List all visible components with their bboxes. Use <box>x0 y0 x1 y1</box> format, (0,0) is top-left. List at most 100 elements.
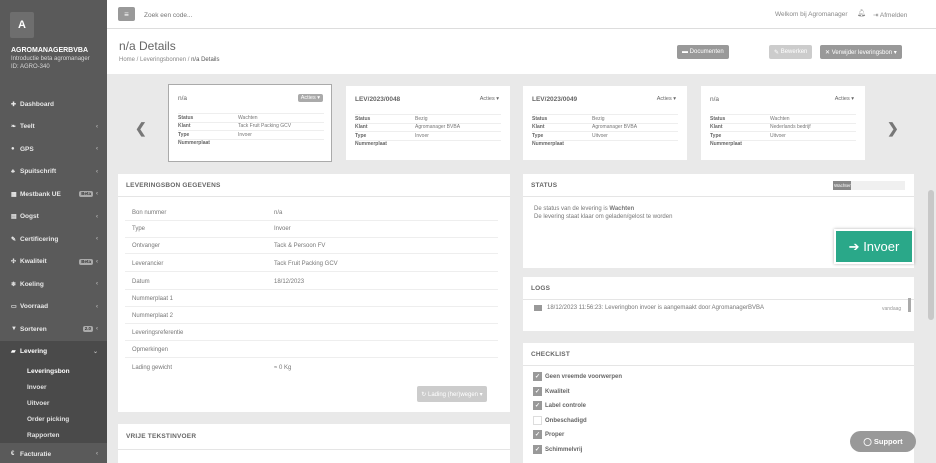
breadcrumb-leveringsbonnen[interactable]: Leveringsbonnen <box>140 57 186 63</box>
card-title: n/a <box>710 96 720 103</box>
sidebar-nav: ✚ Dashboard ❧ Teelt ‹ ● GPS ‹ ♣ Spuitschrift ‹ … <box>0 93 107 463</box>
acties-dropdown[interactable]: Acties ▾ <box>477 95 502 103</box>
hamburger-icon: ≡ <box>124 9 129 19</box>
checkbox-checked[interactable]: ✓ <box>533 372 542 381</box>
documenten-button[interactable]: ▬ Documenten <box>677 45 729 59</box>
card-key: Nummerplaat <box>178 140 210 147</box>
chevron-left-icon: ‹ <box>96 146 98 153</box>
lading-herwegen-button[interactable]: ↻ Lading (her)wegen ▾ <box>417 386 487 402</box>
support-label: Support <box>873 437 903 446</box>
sidebar-item-koeling[interactable]: ❄ Koeling ‹ <box>0 273 107 296</box>
sidebar-subitem-leveringsbon[interactable]: Leveringsbon <box>0 363 107 379</box>
page-scrollbar[interactable] <box>928 190 934 320</box>
verwijder-leveringsbon-button[interactable]: ✕ Verwijder leveringsbon ▾ <box>820 45 902 59</box>
card-value: Tack Fruit Packing GCV <box>238 123 292 130</box>
panel-title: STATUS <box>531 182 558 189</box>
sidebar: A AGROMANAGERBVBA Introductie beta agrom… <box>0 0 107 463</box>
sidebar-item-certificering[interactable]: ✎ Certificering ‹ <box>0 228 107 251</box>
checkbox-unchecked[interactable] <box>533 416 542 425</box>
menu-toggle-button[interactable]: ≡ <box>118 7 135 21</box>
sidebar-item-dashboard[interactable]: ✚ Dashboard <box>0 93 107 116</box>
leaf-icon: ❧ <box>11 124 17 131</box>
lading-label: Lading (her)wegen ▾ <box>427 391 483 398</box>
checklist-item[interactable]: ✓ Kwaliteit <box>533 387 570 396</box>
sidebar-item-kwaliteit[interactable]: ✣ Kwaliteit Beta ‹ <box>0 251 107 274</box>
checklist-item[interactable]: Onbeschadigd <box>533 416 587 425</box>
card-row: Type Invoer <box>355 131 501 140</box>
card-row: Status Wachten <box>710 114 856 123</box>
search-input[interactable] <box>144 8 344 22</box>
checkbox-checked[interactable]: ✓ <box>533 387 542 396</box>
card-row: Status Wachten <box>178 113 324 122</box>
detail-row: Leverancier Tack Fruit Packing GCV <box>125 256 498 272</box>
sidebar-subitem-rapporten[interactable]: Rapporten <box>0 427 107 443</box>
sidebar-item-sorteren[interactable]: ▼ Sorteren 2.0 ‹ <box>0 318 107 341</box>
card-value: Uitvoer <box>770 132 786 139</box>
sidebar-subitem-order-picking[interactable]: Order picking <box>0 411 107 427</box>
sidebar-item-label: Dashboard <box>20 100 54 108</box>
leveringsbon-card[interactable]: LEV/2023/0049 Acties ▾ Status Bezig Klant… <box>523 86 687 160</box>
chevron-left-icon: ‹ <box>96 236 98 243</box>
leveringsbon-carousel: ❮ ❯ n/a Acties ▾ Status Wachten Klant Tack… <box>107 74 936 172</box>
leveringsbon-card[interactable]: n/a Acties ▾ Status Wachten Klant Nederlan… <box>701 86 865 160</box>
chevron-right-icon[interactable]: ❯ <box>887 120 899 137</box>
panel-title: CHECKLIST <box>531 351 570 358</box>
beta-badge: Beta <box>79 258 93 265</box>
card-value: Nederlands bedrijf <box>770 124 811 131</box>
acties-dropdown[interactable]: Acties ▾ <box>297 94 323 102</box>
leveringsbon-card[interactable]: n/a Acties ▾ Status Wachten Klant Tack Fru… <box>168 84 332 162</box>
detail-row: Nummerplaat 2 <box>125 308 498 324</box>
logout-link[interactable]: ⇥ Afmelden <box>873 11 907 19</box>
card-details: Status Bezig Klant Agromanager BVBA Type Ui… <box>532 114 678 148</box>
logs-scrollbar[interactable] <box>908 298 911 312</box>
sidebar-item-oogst[interactable]: ▤ Oogst ‹ <box>0 206 107 229</box>
sidebar-item-spuitschrift[interactable]: ♣ Spuitschrift ‹ <box>0 161 107 184</box>
leveringsbon-card[interactable]: LEV/2023/0048 Acties ▾ Status Bezig Klant… <box>346 86 510 160</box>
sidebar-item-facturatie[interactable]: € Facturatie ‹ <box>0 443 107 463</box>
sidebar-item-label: Mestbank UE <box>20 190 61 198</box>
panel-title: LOGS <box>531 285 551 292</box>
sidebar-item-mestbank[interactable]: ▦ Mestbank UE Beta ‹ <box>0 183 107 206</box>
chat-icon: ◯ <box>863 437 872 446</box>
sidebar-subitem-invoer[interactable]: Invoer <box>0 379 107 395</box>
checkbox-checked[interactable]: ✓ <box>533 401 542 410</box>
breadcrumb-home[interactable]: Home <box>119 57 135 63</box>
checkbox-checked[interactable]: ✓ <box>533 445 542 454</box>
invoer-button[interactable]: ➔ Invoer <box>834 229 914 264</box>
org-subtitle: Introductie beta agromanager <box>11 56 90 62</box>
folder-icon: ▬ <box>682 49 688 55</box>
chevron-left-icon: ‹ <box>96 191 98 198</box>
card-key: Klant <box>710 124 723 131</box>
sidebar-item-teelt[interactable]: ❧ Teelt ‹ <box>0 116 107 139</box>
chevron-left-icon: ‹ <box>96 258 98 265</box>
checklist-label: Label controle <box>545 402 587 409</box>
detail-value: n/a <box>274 209 283 216</box>
acties-dropdown[interactable]: Acties ▾ <box>832 95 857 103</box>
version-badge: 2.0 <box>82 326 93 333</box>
sidebar-item-levering[interactable]: ▰ Levering ⌄ <box>0 340 107 363</box>
checklist-item[interactable]: ✓ Schimmelvrij <box>533 445 582 454</box>
support-button[interactable]: ◯ Support <box>850 431 916 452</box>
bell-icon[interactable]: 🔔︎ <box>857 9 866 17</box>
chevron-left-icon[interactable]: ❮ <box>135 120 147 137</box>
detail-key: Type <box>132 226 146 232</box>
org-info: AGROMANAGERBVBA Introductie beta agroman… <box>11 47 105 71</box>
card-value: Wachten <box>238 114 258 121</box>
org-logo[interactable]: A <box>10 12 34 38</box>
sidebar-subitem-uitvoer[interactable]: Uitvoer <box>0 395 107 411</box>
checklist-item[interactable]: ✓ Geen vreemde voorwerpen <box>533 372 622 381</box>
status-line1: De status van de levering is <box>534 206 608 212</box>
panel-title: VRIJE TEKSTINVOER <box>126 433 197 440</box>
sidebar-item-label: Spuitschrift <box>20 168 57 176</box>
sidebar-item-voorraad[interactable]: ▭ Voorraad ‹ <box>0 296 107 319</box>
detail-key: Bon nummer <box>132 209 167 216</box>
checklist-item[interactable]: ✓ Proper <box>533 430 564 439</box>
sidebar-item-gps[interactable]: ● GPS ‹ <box>0 138 107 161</box>
acties-dropdown[interactable]: Acties ▾ <box>654 95 679 103</box>
detail-key: Nummerplaat 2 <box>132 312 174 319</box>
card-key: Type <box>178 131 190 138</box>
bewerken-button[interactable]: ✎ Bewerken <box>769 45 813 59</box>
checkbox-checked[interactable]: ✓ <box>533 430 542 439</box>
checklist-item[interactable]: ✓ Label controle <box>533 401 586 410</box>
sidebar-item-label: Sorteren <box>20 325 47 333</box>
